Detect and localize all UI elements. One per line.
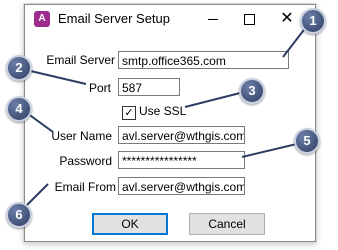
callout-badge-4: 4	[6, 96, 32, 122]
callout-lines	[19, 21, 311, 213]
callout-line-3	[184, 91, 245, 108]
callout-line-2	[21, 68, 87, 85]
callout-badge-3: 3	[239, 78, 265, 104]
callout-badge-2: 2	[6, 55, 32, 81]
callout-badge-5: 5	[294, 128, 320, 154]
callout-badge-1: 1	[300, 8, 326, 34]
callout-badge-6: 6	[6, 202, 32, 228]
